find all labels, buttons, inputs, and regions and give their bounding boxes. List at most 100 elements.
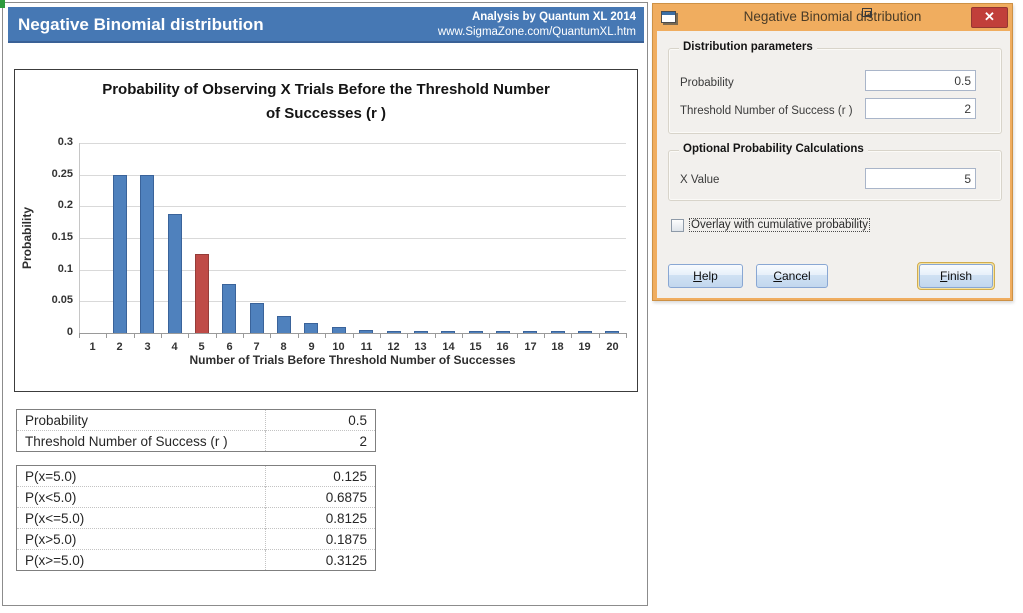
- table-cell-value: 0.5: [266, 410, 376, 431]
- threshold-input[interactable]: [865, 98, 976, 119]
- overlay-checkbox[interactable]: [671, 219, 684, 232]
- table-cell-value: 0.8125: [266, 508, 376, 529]
- parameters-table: Probability0.5Threshold Number of Succes…: [16, 409, 376, 452]
- overlay-checkbox-label[interactable]: Overlay with cumulative probability: [690, 219, 869, 231]
- x-tick-mark: [599, 333, 600, 338]
- x-axis-title: Number of Trials Before Threshold Number…: [79, 353, 626, 367]
- table-cell-label: Probability: [17, 410, 266, 431]
- x-tick-label: 8: [270, 341, 297, 353]
- x-tick-mark: [462, 333, 463, 338]
- x-tick-label: 3: [134, 341, 161, 353]
- probability-input[interactable]: [865, 70, 976, 91]
- report-header: Negative Binomial distribution Analysis …: [8, 7, 644, 43]
- chart-bar: [304, 323, 318, 333]
- x-tick-label: 5: [188, 341, 215, 353]
- chart-bar: [113, 175, 127, 333]
- table-row: P(x<5.0)0.6875: [17, 487, 376, 508]
- x-value-label: X Value: [680, 174, 719, 186]
- screen: Negative Binomial distribution Analysis …: [0, 0, 1023, 613]
- report-byline: Analysis by Quantum XL 2014: [438, 10, 636, 25]
- chart-bar-highlighted: [195, 254, 209, 333]
- x-tick-mark: [353, 333, 354, 338]
- report-url: www.SigmaZone.com/QuantumXL.htm: [438, 25, 636, 40]
- x-tick-label: 11: [353, 341, 380, 353]
- x-tick-mark: [544, 333, 545, 338]
- y-tick-label: 0.3: [15, 136, 73, 148]
- gridline: [79, 143, 626, 144]
- chart-bar: [496, 331, 510, 333]
- chart-title-line1: Probability of Observing X Trials Before…: [15, 81, 637, 98]
- gridline: [79, 238, 626, 239]
- dialog-body: Distribution parameters Probability Thre…: [657, 31, 1010, 298]
- group-label: Distribution parameters: [679, 41, 817, 53]
- x-tick-label: 16: [489, 341, 516, 353]
- report-meta: Analysis by Quantum XL 2014 www.SigmaZon…: [438, 10, 636, 40]
- text-cursor-artifact: [862, 8, 872, 17]
- chart-bar: [605, 331, 619, 333]
- table-cell-value: 0.125: [266, 466, 376, 487]
- x-tick-mark: [571, 333, 572, 338]
- x-tick-mark: [489, 333, 490, 338]
- chart-bar: [359, 330, 373, 333]
- x-tick-mark: [243, 333, 244, 338]
- table-row: Probability0.5: [17, 410, 376, 431]
- close-icon: ✕: [984, 9, 995, 24]
- dialog-window: Negative Binomial distribution ✕ Distrib…: [652, 3, 1013, 301]
- table-cell-label: P(x>5.0): [17, 529, 266, 550]
- chart-bar: [551, 331, 565, 333]
- chart-bar: [168, 214, 182, 333]
- table-cell-label: P(x<=5.0): [17, 508, 266, 529]
- x-tick-mark: [325, 333, 326, 338]
- x-tick-mark: [380, 333, 381, 338]
- x-tick-label: 13: [407, 341, 434, 353]
- chart-bar: [277, 316, 291, 333]
- table-row: P(x<=5.0)0.8125: [17, 508, 376, 529]
- x-tick-label: 17: [517, 341, 544, 353]
- x-tick-label: 9: [298, 341, 325, 353]
- y-axis-title: Probability: [20, 168, 34, 308]
- chart-bar: [387, 331, 401, 333]
- x-tick-label: 12: [380, 341, 407, 353]
- x-tick-label: 15: [462, 341, 489, 353]
- x-tick-label: 1: [79, 341, 106, 353]
- x-tick-label: 4: [161, 341, 188, 353]
- probability-results-table: P(x=5.0)0.125P(x<5.0)0.6875P(x<=5.0)0.81…: [16, 465, 376, 571]
- x-tick-label: 10: [325, 341, 352, 353]
- x-tick-label: 18: [544, 341, 571, 353]
- x-tick-mark: [216, 333, 217, 338]
- table-cell-label: P(x=5.0): [17, 466, 266, 487]
- table-row: P(x>5.0)0.1875: [17, 529, 376, 550]
- chart: Probability of Observing X Trials Before…: [14, 69, 638, 392]
- x-tick-mark: [134, 333, 135, 338]
- table-cell-value: 0.3125: [266, 550, 376, 571]
- x-tick-mark: [407, 333, 408, 338]
- table-cell-label: P(x>=5.0): [17, 550, 266, 571]
- gridline: [79, 206, 626, 207]
- x-tick-mark: [270, 333, 271, 338]
- chart-bar: [414, 331, 428, 333]
- x-tick-mark: [298, 333, 299, 338]
- x-tick-mark: [188, 333, 189, 338]
- finish-button[interactable]: Finish: [919, 264, 993, 288]
- chart-bar: [222, 284, 236, 333]
- gridline: [79, 270, 626, 271]
- chart-bar: [441, 331, 455, 333]
- page-title: Negative Binomial distribution: [18, 15, 264, 35]
- gridline: [79, 175, 626, 176]
- threshold-label: Threshold Number of Success (r ): [680, 105, 853, 117]
- x-tick-mark: [626, 333, 627, 338]
- help-button[interactable]: Help: [668, 264, 743, 288]
- x-tick-mark: [161, 333, 162, 338]
- chart-bar: [523, 331, 537, 333]
- chart-title-line2: of Successes (r ): [15, 105, 637, 122]
- table-cell-value: 0.1875: [266, 529, 376, 550]
- cancel-button[interactable]: Cancel: [756, 264, 828, 288]
- table-cell-value: 0.6875: [266, 487, 376, 508]
- x-tick-label: 7: [243, 341, 270, 353]
- dialog-title: Negative Binomial distribution: [653, 9, 1012, 24]
- dialog-titlebar[interactable]: Negative Binomial distribution ✕: [653, 4, 1012, 31]
- x-tick-label: 20: [599, 341, 626, 353]
- close-button[interactable]: ✕: [971, 7, 1008, 28]
- y-tick-label: 0: [15, 326, 73, 338]
- x-value-input[interactable]: [865, 168, 976, 189]
